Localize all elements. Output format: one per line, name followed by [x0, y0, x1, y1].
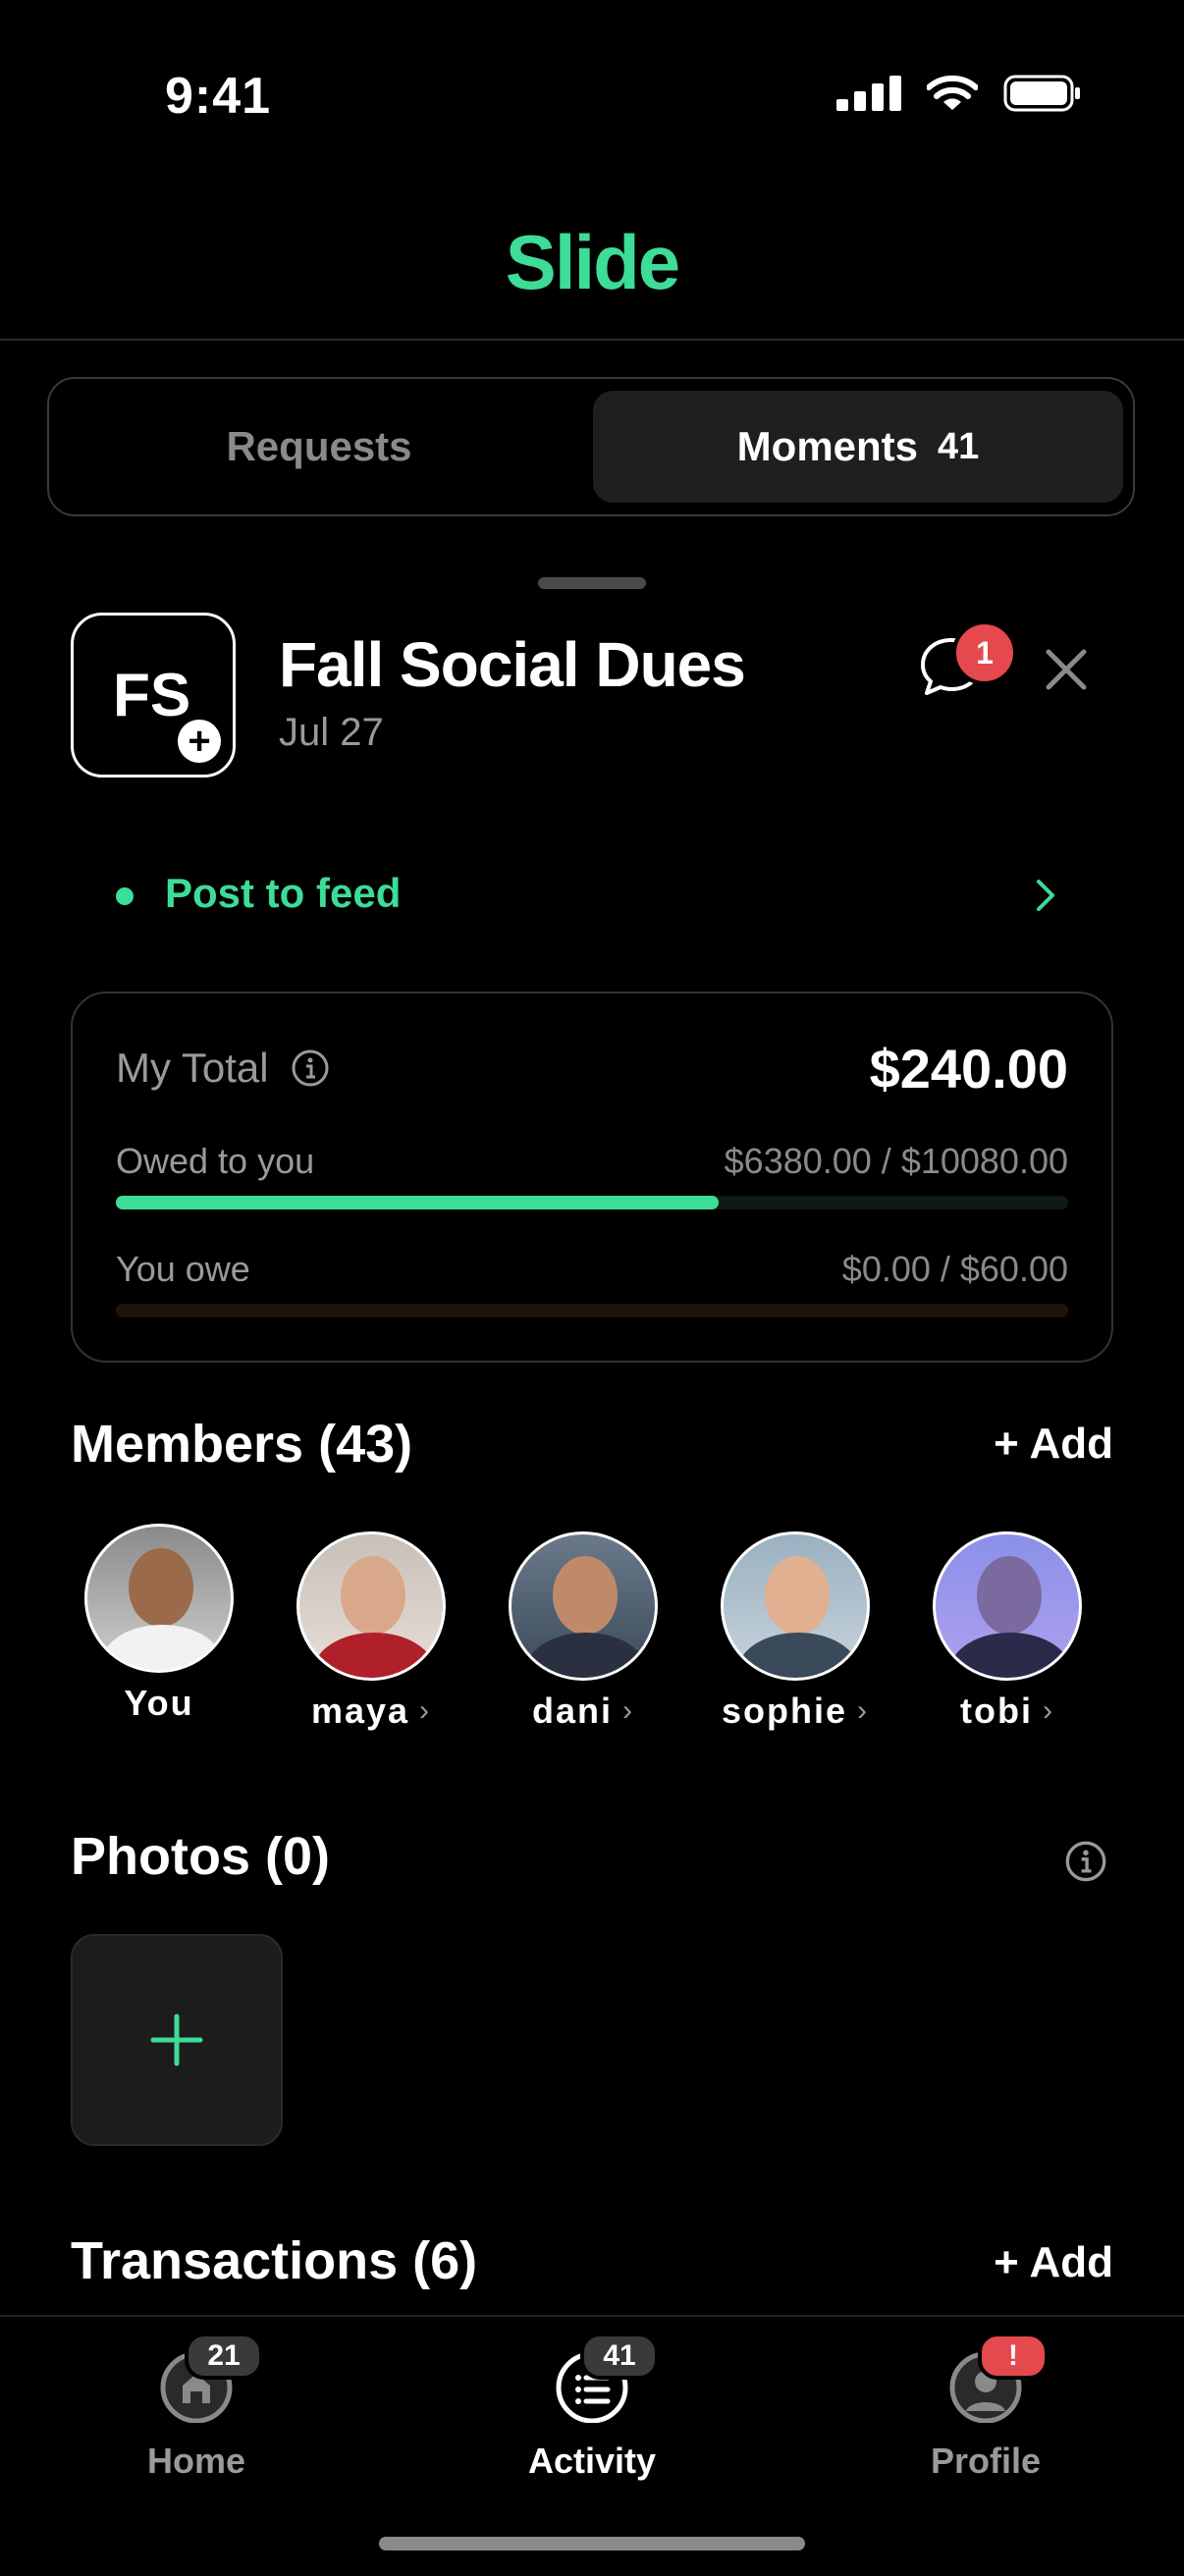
tab-moments-label: Moments [736, 423, 919, 469]
header-divider [0, 339, 1184, 341]
chat-badge: 1 [952, 620, 1017, 685]
you-owe-label: You owe [116, 1249, 250, 1289]
tab-requests-label: Requests [226, 423, 412, 469]
you-owe-value: $0.00 / $60.00 [841, 1249, 1068, 1289]
member-name: You [124, 1683, 194, 1723]
avatar [721, 1531, 870, 1681]
app-logo: Slide [505, 219, 680, 305]
chevron-right-icon[interactable] [1031, 876, 1060, 915]
avatar [84, 1524, 234, 1673]
my-total-value: $240.00 [869, 1038, 1068, 1100]
chevron-right-icon: › [622, 1694, 634, 1727]
my-total-label: My Total [116, 1045, 269, 1091]
status-icons [836, 75, 1082, 112]
home-indicator [379, 2537, 805, 2550]
profile-icon: ! [946, 2333, 1049, 2424]
member-name: maya [310, 1690, 410, 1731]
tab-activity-label: Activity [527, 2441, 657, 2481]
add-member-button[interactable]: + Add [994, 1420, 1113, 1469]
chevron-right-icon: › [419, 1694, 432, 1727]
owed-progress-fill [116, 1196, 719, 1209]
post-to-feed-link[interactable]: Post to feed [165, 870, 401, 917]
my-total-row: My Total [116, 1045, 330, 1092]
tab-profile-label: Profile [930, 2441, 1042, 2481]
moment-avatar[interactable]: FS + [71, 613, 236, 778]
plus-icon [150, 2013, 203, 2066]
moment-date: Jul 27 [279, 711, 384, 754]
wifi-icon [927, 75, 978, 110]
tab-home-label: Home [146, 2441, 246, 2481]
segmented-control: Requests Moments 41 [47, 377, 1135, 516]
member-sophie[interactable]: sophie › [707, 1531, 884, 1732]
avatar [296, 1531, 446, 1681]
home-badge: 21 [185, 2333, 263, 2380]
feed-status-dot [116, 887, 134, 905]
close-icon[interactable] [1041, 644, 1092, 695]
member-you[interactable]: You [71, 1524, 247, 1724]
avatar [933, 1531, 1082, 1681]
activity-list-icon: 41 [553, 2333, 659, 2424]
member-maya[interactable]: maya › [283, 1531, 459, 1732]
photos-info-icon[interactable] [1064, 1840, 1107, 1883]
signal-icon [836, 76, 901, 111]
members-title: Members (43) [71, 1415, 413, 1474]
member-tobi[interactable]: tobi › [919, 1531, 1096, 1732]
moment-initials: FS [113, 662, 191, 729]
tab-profile[interactable]: ! Profile [868, 2333, 1103, 2482]
chevron-right-icon: › [1042, 1694, 1054, 1727]
chevron-right-icon: › [857, 1694, 869, 1727]
status-time: 9:41 [165, 68, 272, 125]
member-name: sophie [721, 1690, 847, 1731]
add-photo-button[interactable] [71, 1934, 283, 2146]
owed-progress-bar [116, 1196, 1068, 1209]
tab-requests[interactable]: Requests [61, 391, 577, 503]
owed-to-you-value: $6380.00 / $10080.00 [724, 1141, 1068, 1181]
transactions-title: Transactions (6) [71, 2231, 478, 2290]
tab-activity[interactable]: 41 Activity [474, 2333, 710, 2482]
add-transaction-button[interactable]: + Add [994, 2238, 1113, 2287]
tab-moments-count: 41 [938, 425, 980, 467]
you-owe-progress-bar [116, 1304, 1068, 1317]
battery-icon [1003, 75, 1080, 112]
profile-alert-badge: ! [978, 2333, 1049, 2380]
sheet-grabber[interactable] [538, 577, 646, 589]
tab-moments[interactable]: Moments 41 [593, 391, 1123, 503]
photos-title: Photos (0) [71, 1827, 330, 1886]
member-dani[interactable]: dani › [495, 1531, 672, 1732]
info-icon[interactable] [291, 1048, 330, 1088]
moment-title: Fall Social Dues [279, 629, 746, 700]
activity-badge: 41 [580, 2333, 659, 2380]
owed-to-you-label: Owed to you [116, 1141, 315, 1181]
tab-home[interactable]: 21 Home [79, 2333, 314, 2482]
home-icon: 21 [157, 2333, 263, 2424]
avatar [509, 1531, 658, 1681]
member-name: tobi [960, 1690, 1033, 1731]
member-name: dani [531, 1690, 613, 1731]
add-avatar-icon[interactable]: + [178, 720, 221, 763]
